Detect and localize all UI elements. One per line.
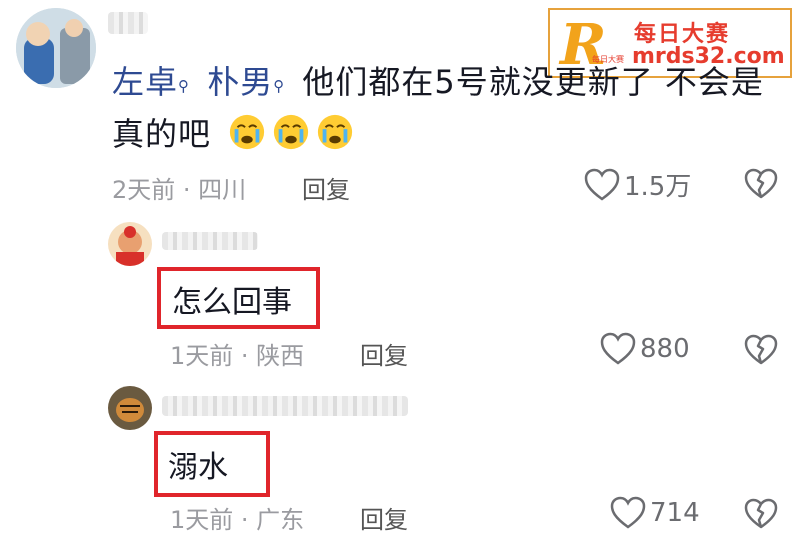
avatar[interactable] <box>16 8 96 88</box>
heart-icon <box>584 168 620 201</box>
broken-heart-icon[interactable] <box>744 498 778 530</box>
crying-emoji-icon <box>274 114 309 150</box>
search-icon: ⚲ <box>178 77 191 95</box>
username-blurred[interactable] <box>162 396 408 416</box>
crying-emoji-icon <box>318 114 353 150</box>
like-count: 880 <box>640 334 690 364</box>
like-button[interactable]: 880 <box>600 332 690 366</box>
mention-2[interactable]: 朴男 <box>207 63 273 101</box>
mention-1[interactable]: 左卓 <box>112 63 178 101</box>
avatar[interactable] <box>108 222 152 266</box>
reply-text: 溺水 <box>168 450 228 485</box>
like-button[interactable]: 1.5万 <box>584 166 691 203</box>
comment-text-line2: 真的吧 <box>112 115 212 153</box>
comment-meta: 2天前 · 四川 <box>112 176 247 204</box>
reply-meta: 1天前 · 广东 <box>170 506 305 534</box>
comment-text-line1: 他们都在5号就没更新了 不会是 <box>302 63 764 101</box>
broken-heart-icon[interactable] <box>744 334 778 366</box>
username-blurred[interactable] <box>162 232 258 250</box>
reply-meta: 1天前 · 陕西 <box>170 342 305 370</box>
like-count: 1.5万 <box>624 172 692 202</box>
avatar[interactable] <box>108 386 152 430</box>
crying-emoji-icon <box>230 114 265 150</box>
search-icon: ⚲ <box>273 77 286 95</box>
heart-icon <box>610 496 646 529</box>
reply-button[interactable]: 回复 <box>360 500 408 535</box>
broken-heart-icon[interactable] <box>744 168 778 200</box>
username-blurred[interactable] <box>108 12 148 34</box>
heart-icon <box>600 332 636 365</box>
reply-text: 怎么回事 <box>172 285 292 320</box>
like-button[interactable]: 714 <box>610 496 700 530</box>
reply-button[interactable]: 回复 <box>302 170 350 205</box>
reply-button[interactable]: 回复 <box>360 336 408 371</box>
comment-text: 左卓⚲ 朴男⚲ 他们都在5号就没更新了 不会是 真的吧 <box>112 56 772 160</box>
like-count: 714 <box>650 498 700 528</box>
